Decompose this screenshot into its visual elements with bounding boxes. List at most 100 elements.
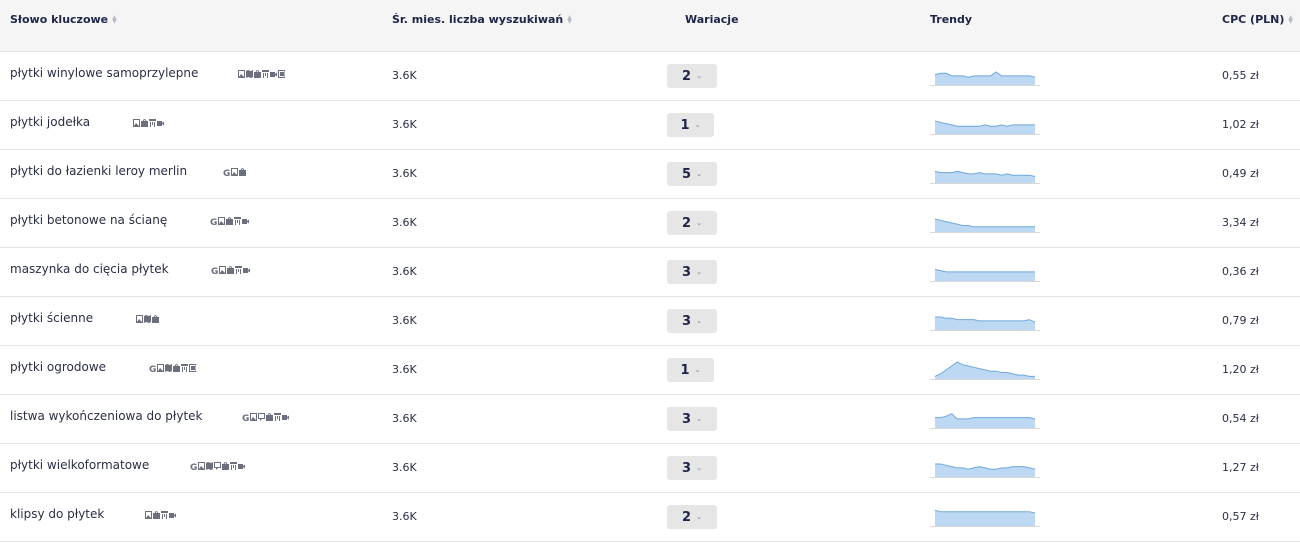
shopping-icon <box>152 315 159 323</box>
sitelinks-icon <box>262 70 269 78</box>
sitelinks-icon <box>149 119 156 127</box>
reviews-icon <box>258 413 265 421</box>
table-row[interactable]: płytki winylowe samoprzylepne 3.6K 2 ⌄ 0… <box>0 52 1300 101</box>
table-row[interactable]: maszynka do cięcia płytek G 3.6K 3 ⌄ 0,3… <box>0 248 1300 297</box>
chevron-down-icon: ⌄ <box>696 513 702 521</box>
keyword-cell[interactable]: płytki ścienne <box>10 311 93 325</box>
video-icon <box>157 119 164 127</box>
volume-cell: 3.6K <box>392 167 417 180</box>
cpc-cell: 0,54 zł <box>1222 412 1259 425</box>
variations-dropdown[interactable]: 2 ⌄ <box>667 211 717 235</box>
trend-sparkline <box>930 268 1040 282</box>
serp-features: G <box>210 217 249 225</box>
sort-icon[interactable]: ▲ ▼ <box>112 14 117 24</box>
table-row[interactable]: klipsy do płytek 3.6K 2 ⌄ 0,57 zł <box>0 493 1300 542</box>
column-header-keyword[interactable]: Słowo kluczowe ▲ ▼ <box>10 13 117 26</box>
image-icon <box>133 119 140 127</box>
keyword-cell[interactable]: płytki do łazienki leroy merlin <box>10 164 187 178</box>
variations-dropdown[interactable]: 1 ⌄ <box>667 113 714 137</box>
map-icon <box>165 364 172 372</box>
volume-cell: 3.6K <box>392 461 417 474</box>
variations-dropdown[interactable]: 1 ⌄ <box>667 358 714 382</box>
image-icon <box>250 413 257 421</box>
keyword-cell[interactable]: maszynka do cięcia płytek <box>10 262 169 276</box>
keyword-cell[interactable]: płytki ogrodowe <box>10 360 106 374</box>
cpc-cell: 1,27 zł <box>1222 461 1259 474</box>
variations-dropdown[interactable]: 3 ⌄ <box>667 309 717 333</box>
shopping-icon <box>141 119 148 127</box>
variations-dropdown[interactable]: 3 ⌄ <box>667 456 717 480</box>
trend-area <box>935 72 1035 85</box>
keyword-cell[interactable]: klipsy do płytek <box>10 507 104 521</box>
column-header-volume-label: Śr. mies. liczba wyszukiwań <box>392 13 564 26</box>
trend-area <box>935 317 1035 330</box>
trend-sparkline <box>930 463 1040 478</box>
shopping-icon <box>173 364 180 372</box>
keyword-cell[interactable]: płytki betonowe na ścianę <box>10 213 167 227</box>
image-icon <box>219 266 226 274</box>
variations-dropdown[interactable]: 5 ⌄ <box>667 162 717 186</box>
variations-count: 3 <box>682 411 692 427</box>
variations-dropdown[interactable]: 2 ⌄ <box>667 64 717 88</box>
shopping-icon <box>227 266 234 274</box>
table-row[interactable]: płytki do łazienki leroy merlin G 3.6K 5… <box>0 150 1300 199</box>
variations-count: 3 <box>682 264 692 280</box>
volume-cell: 3.6K <box>392 412 417 425</box>
trend-area <box>935 269 1035 281</box>
variations-count: 5 <box>682 166 692 182</box>
chevron-down-icon: ⌄ <box>696 219 702 227</box>
column-header-cpc[interactable]: CPC (PLN) ▲ ▼ <box>1222 13 1293 26</box>
image-icon <box>145 511 152 519</box>
table-row[interactable]: płytki betonowe na ścianę G 3.6K 2 ⌄ 3,3… <box>0 199 1300 248</box>
volume-cell: 3.6K <box>392 363 417 376</box>
table-row[interactable]: płytki jodełka 3.6K 1 ⌄ 1,02 zł <box>0 101 1300 150</box>
cpc-cell: 0,55 zł <box>1222 69 1259 82</box>
variations-count: 1 <box>680 362 690 378</box>
trend-sparkline <box>930 509 1040 527</box>
sort-icon[interactable]: ▲ ▼ <box>567 14 572 24</box>
trend-line <box>934 268 1035 273</box>
google-icon: G <box>210 217 217 225</box>
trend-area <box>935 413 1035 428</box>
sitelinks-icon <box>181 364 188 372</box>
column-header-volume[interactable]: Śr. mies. liczba wyszukiwań ▲ ▼ <box>392 13 572 26</box>
table-row[interactable]: listwa wykończeniowa do płytek G 3.6K 3 … <box>0 395 1300 444</box>
sort-icon[interactable]: ▲ ▼ <box>1288 14 1293 24</box>
trend-sparkline <box>930 218 1040 233</box>
variations-count: 2 <box>682 68 692 84</box>
sitelinks-icon <box>274 413 281 421</box>
keyword-cell[interactable]: płytki wielkoformatowe <box>10 458 149 472</box>
column-header-keyword-label: Słowo kluczowe <box>10 13 109 26</box>
table-row[interactable]: płytki ścienne 3.6K 3 ⌄ 0,79 zł <box>0 297 1300 346</box>
serp-features <box>238 70 285 78</box>
keyword-cell[interactable]: listwa wykończeniowa do płytek <box>10 409 202 423</box>
variations-dropdown[interactable]: 3 ⌄ <box>667 260 717 284</box>
keyword-cell[interactable]: płytki winylowe samoprzylepne <box>10 66 198 80</box>
cpc-cell: 0,36 zł <box>1222 265 1259 278</box>
knowledge-panel-icon <box>189 364 196 372</box>
image-icon <box>231 168 238 176</box>
table-row[interactable]: płytki wielkoformatowe G 3.6K 3 ⌄ 1,27 z… <box>0 444 1300 493</box>
table-row[interactable]: płytki ogrodowe G 3.6K 1 ⌄ 1,20 zł <box>0 346 1300 395</box>
shopping-icon <box>254 70 261 78</box>
google-icon: G <box>242 413 249 421</box>
reviews-icon <box>214 462 221 470</box>
variations-count: 2 <box>682 509 692 525</box>
table-header: Słowo kluczowe ▲ ▼ Śr. mies. liczba wyszu… <box>0 0 1300 52</box>
svg-text:G: G <box>223 169 230 176</box>
video-icon <box>238 462 245 470</box>
keyword-cell[interactable]: płytki jodełka <box>10 115 90 129</box>
variations-dropdown[interactable]: 2 ⌄ <box>667 505 717 529</box>
chevron-down-icon: ⌄ <box>696 170 702 178</box>
svg-text:G: G <box>242 414 249 421</box>
column-header-trends-label: Trendy <box>930 13 973 26</box>
serp-features: G <box>149 364 196 372</box>
shopping-icon <box>239 168 246 176</box>
variations-dropdown[interactable]: 3 ⌄ <box>667 407 717 431</box>
video-icon <box>242 217 249 225</box>
volume-cell: 3.6K <box>392 314 417 327</box>
trend-area <box>935 510 1035 526</box>
image-icon <box>238 70 245 78</box>
chevron-down-icon: ⌄ <box>694 366 701 374</box>
volume-cell: 3.6K <box>392 265 417 278</box>
